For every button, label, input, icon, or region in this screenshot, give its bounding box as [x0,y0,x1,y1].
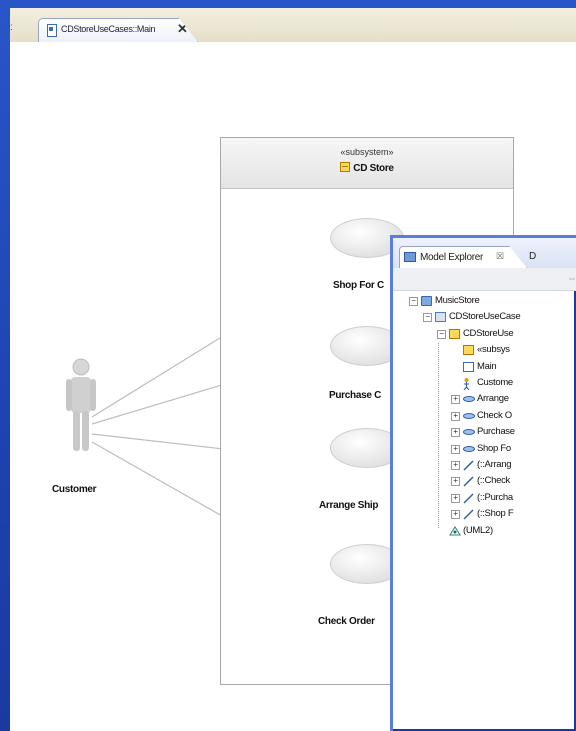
expand-icon[interactable]: + [451,411,460,421]
tree-item-label: Check O [477,409,512,421]
tree-item[interactable]: + (::Check [393,474,576,490]
pkg-icon [449,328,460,339]
expand-icon[interactable]: + [451,477,460,487]
tree-item[interactable]: + (::Purcha [393,491,576,507]
tree-item-label: (::Shop F [477,508,514,520]
application-window: : CDStoreUseCases::Main ✕ Customer «subs… [0,0,576,731]
model-icon [435,312,446,323]
model-explorer-icon [404,252,416,262]
usecase-purchase-label: Purchase C [329,390,382,401]
tree-item-label: (::Check [477,475,510,487]
tree-item[interactable]: + Arrange [393,392,576,408]
assoc-i-icon [463,476,474,487]
tree-item[interactable]: (UML2) [393,524,576,540]
editor-tab-main[interactable]: CDStoreUseCases::Main ✕ [38,18,198,42]
tab-second-view[interactable]: D [529,251,536,262]
usecase-check-label: Check Order [318,616,375,627]
tree-item-label: CDStoreUseCase [449,311,521,323]
tree-item-label: MusicStore [435,295,480,306]
model-explorer-panel: Model Explorer ☒ D ⇔ − MusicStore − CDStore… [390,235,576,731]
subsystem-name: CD Store [353,163,394,174]
subsystem-name-wrap: CD Store [221,162,513,174]
tree-item[interactable]: + (::Shop F [393,507,576,523]
uml-icon [449,525,461,536]
model-explorer-tab-label: Model Explorer [420,252,484,263]
expand-icon[interactable]: + [451,395,460,405]
sync-icon[interactable]: ⇔ [567,273,576,284]
tree-item[interactable]: Custome [393,376,576,392]
tree-item-label: Main [477,360,497,372]
expand-icon[interactable]: + [451,510,460,520]
diagram-icon [463,361,474,372]
tree-item-label: Purchase [477,426,515,438]
collapse-icon[interactable]: − [423,313,432,323]
close-icon[interactable]: ☒ [496,251,504,262]
tree-item[interactable]: − MusicStore [393,294,576,310]
assoc-i-icon [463,509,474,520]
tree-item[interactable]: «subsys [393,343,576,359]
uc-icon [463,412,475,419]
subsystem-stereotype: «subsystem» [340,147,394,157]
tree-item-label: CDStoreUse [463,327,514,339]
tree-guide-line [438,343,439,528]
tree-item-label: (::Arrang [477,459,512,470]
expand-icon[interactable]: + [451,493,460,503]
actor-i-icon [463,378,470,391]
tree-item[interactable]: − CDStoreUse [393,327,576,343]
tree-item[interactable]: Main [393,360,576,376]
tree-item-label: (UML2) [463,524,493,536]
tree-item-label: «subsys [477,344,510,356]
collapse-icon[interactable]: − [409,297,418,306]
folder-icon [421,296,432,306]
collapse-icon[interactable]: − [437,329,446,339]
tree-item-label: Shop Fo [477,442,511,454]
editor-tab-bar: : CDStoreUseCases::Main ✕ [10,8,576,43]
expand-icon[interactable]: + [451,461,460,470]
tree-item[interactable]: + Purchase [393,425,576,441]
tree-item[interactable]: + Shop Fo [393,442,576,458]
actor-customer[interactable] [64,355,98,455]
close-icon[interactable]: ✕ [177,21,188,37]
subsystem-icon [340,162,351,172]
actor-figure-icon [66,358,96,451]
diagram-file-icon [47,24,57,37]
assoc-i-icon [463,493,474,504]
tree-item-label: Custome [477,377,513,388]
expand-icon[interactable]: + [451,428,460,438]
uc-icon [463,445,475,452]
tree-item[interactable]: + Check O [393,409,576,425]
uc-icon [463,429,475,436]
uc-icon [463,396,475,403]
tree-item[interactable]: − CDStoreUseCase [393,310,576,326]
editor-tab-title: CDStoreUseCases::Main [61,24,156,34]
assoc-i-icon [463,460,474,471]
model-explorer-toolbar: ⇔ [393,268,576,291]
usecase-arrange-label: Arrange Ship [319,500,379,511]
subsystem-header: «subsystem» CD Store [221,138,513,189]
tab-overflow-icon[interactable]: : [10,22,30,42]
tree-item-label: (::Purcha [477,491,513,503]
model-explorer-header: Model Explorer ☒ D [393,238,576,269]
expand-icon[interactable]: + [451,444,460,454]
pkg-icon [463,345,474,356]
tree-item[interactable]: + (::Arrang [393,458,576,474]
actor-label: Customer [52,484,97,495]
usecase-shop-label: Shop For C [333,280,384,291]
tab-model-explorer[interactable]: Model Explorer ☒ [399,246,527,268]
tree-item-label: Arrange [477,393,509,405]
